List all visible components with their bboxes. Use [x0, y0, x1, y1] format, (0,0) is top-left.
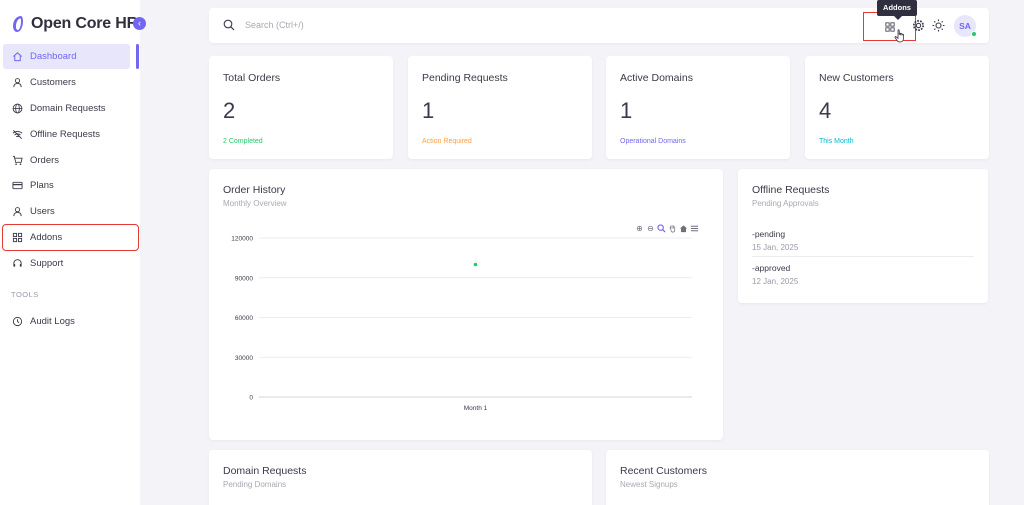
- card-subtitle: Pending Approvals: [752, 199, 819, 208]
- hand-cursor-icon: [894, 29, 904, 43]
- wifi-off-icon: [11, 128, 23, 140]
- list-item[interactable]: -approved 12 Jan, 2025: [752, 263, 974, 286]
- stat-value: 1: [422, 98, 435, 123]
- offline-requests-card: Offline Requests Pending Approvals -pend…: [738, 169, 988, 303]
- addons-shortcut-button[interactable]: [863, 12, 916, 41]
- gear-icon[interactable]: [912, 19, 925, 32]
- sidebar-item-plans[interactable]: Plans: [3, 173, 139, 198]
- collapse-sidebar-button[interactable]: ‹: [133, 17, 146, 30]
- headset-icon: [11, 258, 23, 270]
- stat-label: Active Domains: [620, 72, 693, 84]
- stat-subtext: Operational Domains: [620, 138, 686, 145]
- sidebar-item-label: Support: [30, 258, 64, 270]
- sidebar: Open Core HR Dashboard Customers Domain …: [0, 0, 140, 505]
- stat-card-active-domains: Active Domains 1 Operational Domains: [606, 56, 790, 159]
- y-tick-label: 30000: [235, 355, 253, 362]
- stat-label: Pending Requests: [422, 72, 508, 84]
- sidebar-item-label: Plans: [30, 180, 54, 192]
- divider: [752, 256, 974, 257]
- globe-icon: [11, 102, 23, 114]
- sidebar-item-label: Offline Requests: [30, 128, 101, 140]
- data-point[interactable]: [473, 262, 478, 267]
- stat-value: 1: [620, 98, 633, 123]
- sidebar-item-domain-requests[interactable]: Domain Requests: [3, 96, 139, 121]
- search-input[interactable]: [245, 17, 545, 33]
- history-icon: [11, 316, 23, 328]
- domain-requests-card: Domain Requests Pending Domains: [209, 450, 592, 505]
- sidebar-item-orders[interactable]: Orders: [3, 148, 139, 173]
- sidebar-item-label: Audit Logs: [30, 316, 75, 328]
- online-status-dot: [971, 31, 977, 37]
- card-title: Domain Requests: [223, 465, 307, 477]
- app-name: Open Core HR: [31, 15, 138, 32]
- request-date: 15 Jan, 2025: [752, 243, 799, 252]
- sidebar-item-dashboard[interactable]: Dashboard: [3, 44, 139, 69]
- order-history-card: Order History Monthly Overview ⊕ ⊖ 12000…: [209, 169, 723, 440]
- sidebar-item-support[interactable]: Support: [3, 251, 139, 276]
- card-title: Recent Customers: [620, 465, 707, 477]
- user-icon: [11, 206, 23, 218]
- card-subtitle: Monthly Overview: [223, 199, 287, 208]
- stat-value: 2: [223, 98, 236, 123]
- x-tick-label: Month 1: [464, 405, 488, 412]
- stat-label: Total Orders: [223, 72, 281, 84]
- recent-customers-card: Recent Customers Newest Signups: [606, 450, 989, 505]
- card-subtitle: Newest Signups: [620, 480, 678, 489]
- brand[interactable]: Open Core HR: [10, 12, 138, 36]
- sidebar-item-offline-requests[interactable]: Offline Requests: [3, 122, 139, 147]
- avatar-initials: SA: [959, 21, 971, 31]
- sun-icon[interactable]: [932, 19, 945, 32]
- sidebar-item-label: Users: [30, 206, 55, 218]
- stat-subtext: This Month: [819, 138, 854, 145]
- sidebar-item-customers[interactable]: Customers: [3, 70, 139, 95]
- sidebar-item-label: Orders: [30, 154, 60, 166]
- stat-label: New Customers: [819, 72, 894, 84]
- logo-icon: [13, 16, 23, 32]
- sidebar-item-label: Addons: [30, 232, 63, 244]
- home-icon: [11, 51, 23, 63]
- user-icon: [11, 76, 23, 88]
- stat-subtext: Action Required: [422, 138, 472, 145]
- y-tick-label: 60000: [235, 315, 253, 322]
- stat-card-total-orders: Total Orders 2 2 Completed: [209, 56, 393, 159]
- sidebar-item-users[interactable]: Users: [3, 199, 139, 224]
- grid-icon: [11, 232, 23, 244]
- sidebar-item-label: Customers: [30, 76, 76, 88]
- request-status: -approved: [752, 263, 791, 273]
- sidebar-section-tools: TOOLS: [11, 290, 39, 300]
- y-tick-label: 120000: [231, 236, 253, 243]
- stat-card-pending-requests: Pending Requests 1 Action Required: [408, 56, 592, 159]
- stat-card-new-customers: New Customers 4 This Month: [805, 56, 989, 159]
- sidebar-item-addons[interactable]: Addons: [2, 224, 139, 252]
- request-date: 12 Jan, 2025: [752, 277, 799, 286]
- tooltip: Addons: [877, 0, 917, 20]
- topbar: SA: [209, 8, 989, 43]
- request-status: -pending: [752, 229, 786, 239]
- credit-card-icon: [11, 180, 23, 192]
- card-title: Order History: [223, 184, 286, 196]
- avatar[interactable]: SA: [954, 15, 977, 37]
- card-subtitle: Pending Domains: [223, 480, 287, 489]
- card-title: Offline Requests: [752, 184, 830, 196]
- sidebar-nav: Dashboard Customers Domain Requests Offl…: [2, 44, 139, 335]
- sidebar-item-label: Domain Requests: [30, 102, 106, 114]
- sidebar-item-audit-logs[interactable]: Audit Logs: [3, 309, 139, 334]
- cart-icon: [11, 154, 23, 166]
- stat-subtext: 2 Completed: [223, 138, 263, 145]
- grid-icon: [884, 21, 895, 32]
- search-icon: [223, 19, 235, 31]
- y-tick-label: 90000: [235, 275, 253, 282]
- list-item[interactable]: -pending 15 Jan, 2025: [752, 229, 974, 252]
- sidebar-item-label: Dashboard: [30, 51, 77, 62]
- order-history-chart: 120000 90000 60000 30000 0 Month 1: [231, 236, 692, 412]
- stat-value: 4: [819, 98, 832, 123]
- y-tick-label: 0: [249, 395, 253, 402]
